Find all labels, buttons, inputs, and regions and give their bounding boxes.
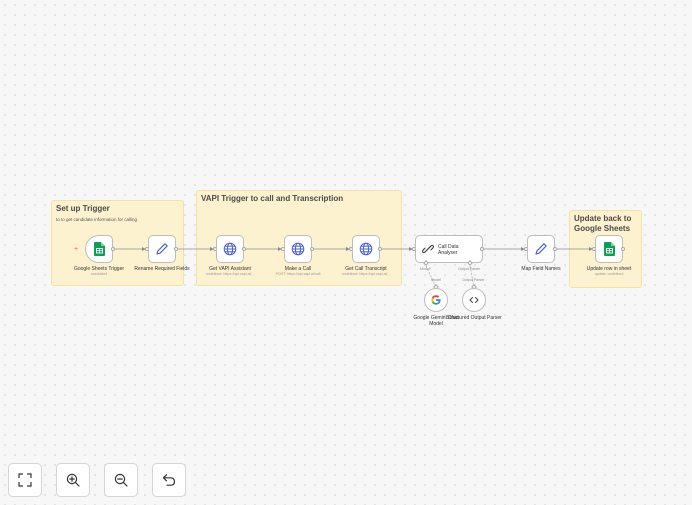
port-label-output-parser: Output Parser [458,267,481,271]
add-trigger-plus-icon[interactable]: + [74,246,78,253]
zoom-in-icon [66,473,80,487]
pencil-icon [535,243,547,255]
structured-output-parser-node[interactable] [462,288,486,312]
google-sheets-trigger-node[interactable] [85,235,113,263]
zoom-in-button[interactable] [56,463,90,497]
globe-icon [223,242,237,256]
fit-view-icon [18,473,32,487]
output-port[interactable] [378,247,382,251]
output-port[interactable] [553,247,557,251]
node-sublabel: rowAdded [90,272,108,276]
globe-icon [291,242,305,256]
zoom-out-icon [114,473,128,487]
google-sheets-icon [93,242,105,256]
get-call-transcript-node[interactable] [352,235,380,263]
google-sheets-icon [603,242,615,256]
code-brackets-icon [469,297,479,303]
output-port[interactable] [111,247,115,251]
output-port[interactable] [480,247,484,251]
google-gemini-chat-model-node[interactable] [424,288,448,312]
google-g-icon [431,295,441,305]
output-port[interactable] [174,247,178,251]
map-field-names-node[interactable] [527,235,555,263]
undo-icon [162,474,176,486]
output-port[interactable] [310,247,314,251]
node-label: Structured Output Parser [446,315,502,321]
port-label-model: Model [431,278,441,282]
call-data-analyser-node[interactable]: Call Data Analyser [415,235,483,263]
node-sublabel: undefined: https://api.vapi.ai/... [341,272,391,276]
fit-view-button[interactable] [8,463,42,497]
port-label-output-parser: Output Parser [462,278,485,282]
output-port[interactable] [621,247,625,251]
make-a-call-node[interactable] [284,235,312,263]
rename-required-fields-node[interactable] [148,235,176,263]
node-sublabel: update: undefined [594,272,624,276]
port-label-model: Model* [420,267,432,271]
output-port[interactable] [242,247,246,251]
undo-button[interactable] [152,463,186,497]
update-row-in-sheet-node[interactable] [595,235,623,263]
node-label: Call Data Analyser [438,244,459,256]
chain-link-icon [422,244,434,254]
pencil-icon [156,243,168,255]
globe-icon [359,242,373,256]
zoom-out-button[interactable] [104,463,138,497]
get-vapi-assistant-node[interactable] [216,235,244,263]
